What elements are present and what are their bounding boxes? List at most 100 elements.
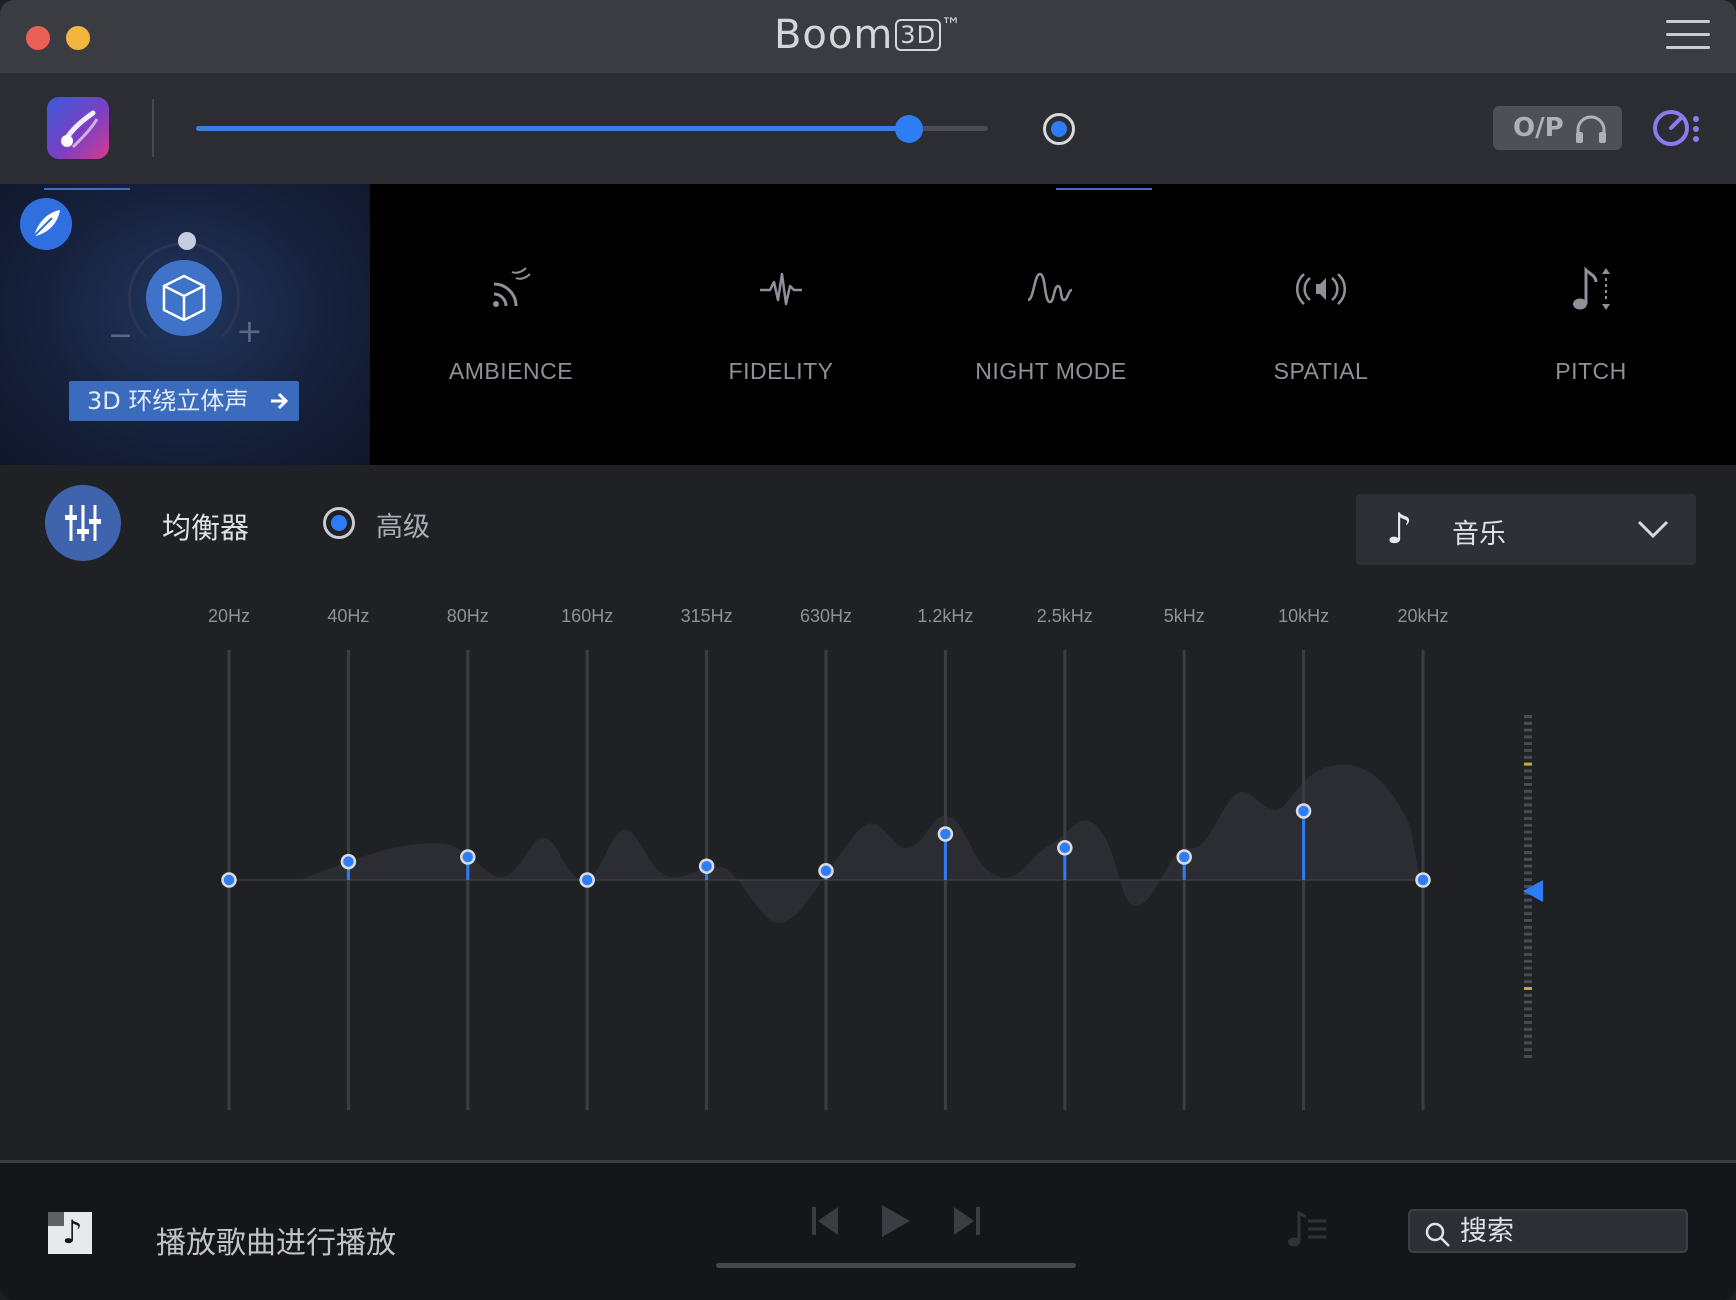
- toolbar: O/P: [0, 73, 1736, 184]
- meter-tick: [1524, 864, 1532, 868]
- effect-pitch[interactable]: PITCH: [1471, 184, 1711, 465]
- night-mode-icon: [1027, 272, 1073, 304]
- surround-decrease-icon[interactable]: −: [108, 318, 133, 353]
- next-track-icon[interactable]: [950, 1201, 982, 1241]
- meter-tick: [1524, 1041, 1532, 1045]
- meter-tick: [1524, 844, 1532, 848]
- feather-icon[interactable]: [20, 198, 72, 250]
- meter-tick: [1524, 939, 1532, 943]
- search-icon: [1425, 1222, 1450, 1247]
- spatial-icon: [1296, 273, 1346, 305]
- surround-dial[interactable]: [146, 260, 222, 336]
- meter-tick: [1524, 810, 1532, 814]
- meter-tick: [1524, 762, 1532, 766]
- meter-tick: [1524, 728, 1532, 732]
- equalizer-panel: 均衡器 高级 ♪ 音乐 20Hz 40Hz 80Hz 160Hz 315Hz 630Hz 1…: [0, 465, 1736, 1160]
- music-file-icon[interactable]: ♪: [48, 1212, 92, 1254]
- effect-fidelity[interactable]: FIDELITY: [661, 184, 901, 465]
- eq-band-label: 20Hz: [208, 606, 250, 626]
- player-bar: ♪ 播放歌曲进行播放: [0, 1163, 1736, 1300]
- meter-tick: [1524, 857, 1532, 861]
- eq-band-knob[interactable]: [460, 849, 476, 865]
- effect-label: FIDELITY: [728, 358, 834, 384]
- volume-slider-fill: [196, 126, 909, 131]
- meter-tick: [1524, 980, 1532, 984]
- toolbar-divider: [152, 99, 154, 157]
- arrow-right-icon: [271, 392, 289, 410]
- app-title: Boom 3D ™: [0, 12, 1736, 58]
- eq-band-label: 630Hz: [800, 606, 852, 626]
- surround-dial-handle[interactable]: [178, 232, 196, 250]
- meter-tick: [1524, 776, 1532, 780]
- eq-band-knob[interactable]: [221, 872, 237, 888]
- search-input[interactable]: [1460, 1214, 1675, 1248]
- meter-tick: [1524, 919, 1532, 922]
- menu-icon[interactable]: [1666, 20, 1710, 52]
- meter-tick: [1524, 769, 1532, 773]
- search-box[interactable]: [1408, 1209, 1688, 1253]
- eq-band-knob[interactable]: [937, 826, 954, 842]
- equalizer-graph: 20Hz 40Hz 80Hz 160Hz 315Hz 630Hz 1.2kHz 2.5kHz 5…: [208, 606, 1543, 1110]
- playback-progress[interactable]: [716, 1263, 1076, 1268]
- eq-band[interactable]: 315Hz: [681, 606, 733, 1110]
- meter-tick: [1524, 851, 1532, 854]
- ambience-icon: [493, 267, 531, 307]
- meter-tick: [1524, 1021, 1532, 1024]
- meter-tick: [1524, 1007, 1532, 1011]
- meter-tick: [1524, 721, 1532, 725]
- effects-row: − + 3D 环绕立体声 AMBIENCE FIDELITY NIGHT MOD…: [0, 184, 1736, 465]
- output-button[interactable]: O/P: [1493, 106, 1622, 150]
- meter-tick: [1524, 973, 1532, 977]
- meter-tick: [1524, 932, 1532, 936]
- meter-tick: [1524, 966, 1532, 970]
- meter-tick: [1524, 878, 1532, 882]
- eq-band-label: 40Hz: [327, 606, 369, 626]
- meter-tick: [1524, 715, 1532, 718]
- output-label: O/P: [1513, 113, 1564, 143]
- eq-band-label: 10kHz: [1278, 606, 1329, 626]
- eq-band-knob[interactable]: [1057, 840, 1073, 856]
- meter-tick: [1524, 959, 1532, 963]
- trademark-symbol: ™: [941, 13, 963, 37]
- volume-boost-toggle[interactable]: [1043, 113, 1075, 145]
- meter-tick: [1524, 783, 1532, 786]
- meter-tick: [1524, 817, 1532, 820]
- meter-tick: [1524, 1000, 1532, 1004]
- meter-tick: [1524, 742, 1532, 746]
- meter-tick: [1524, 837, 1532, 841]
- eq-band-knob[interactable]: [1415, 872, 1431, 888]
- fidelity-icon: [760, 272, 802, 306]
- eq-band-knob[interactable]: [579, 872, 595, 888]
- meter-tick: [1524, 1014, 1532, 1018]
- boom-app-icon[interactable]: [47, 97, 109, 159]
- previous-track-icon[interactable]: [810, 1201, 842, 1241]
- eq-band-knob[interactable]: [1176, 849, 1192, 865]
- effect-label: PITCH: [1555, 358, 1627, 384]
- playlist-icon[interactable]: [1286, 1209, 1328, 1249]
- effect-spatial[interactable]: SPATIAL: [1201, 184, 1441, 465]
- meter-tick: [1524, 912, 1532, 916]
- effect-label: NIGHT MODE: [975, 358, 1127, 384]
- eq-band[interactable]: 20Hz: [208, 606, 250, 1110]
- volume-slider[interactable]: [196, 126, 988, 131]
- meter-tick: [1524, 830, 1532, 834]
- meter-tick: [1524, 735, 1532, 739]
- effect-night-mode[interactable]: NIGHT MODE: [931, 184, 1171, 465]
- eq-band-knob[interactable]: [340, 853, 357, 870]
- app-title-text: Boom: [773, 12, 894, 58]
- device-settings-icon[interactable]: [1652, 109, 1700, 147]
- meter-tick: [1524, 1048, 1532, 1052]
- play-icon[interactable]: [878, 1201, 912, 1241]
- app-window: Boom 3D ™ O/P − + 3D 环绕立体声 AMBIENCE FIDE…: [0, 0, 1736, 1300]
- 3d-surround-button[interactable]: 3D 环绕立体声: [69, 381, 299, 421]
- meter-tick: [1524, 755, 1532, 759]
- eq-band-knob[interactable]: [698, 858, 715, 874]
- effect-label: SPATIAL: [1273, 358, 1369, 384]
- eq-band-knob[interactable]: [1295, 803, 1312, 819]
- effect-ambience[interactable]: AMBIENCE: [391, 184, 631, 465]
- eq-band-label: 20kHz: [1397, 606, 1448, 626]
- app-title-badge: 3D: [895, 19, 942, 51]
- volume-slider-knob[interactable]: [894, 115, 923, 143]
- surround-increase-icon[interactable]: +: [236, 312, 263, 350]
- eq-band-knob[interactable]: [818, 863, 834, 879]
